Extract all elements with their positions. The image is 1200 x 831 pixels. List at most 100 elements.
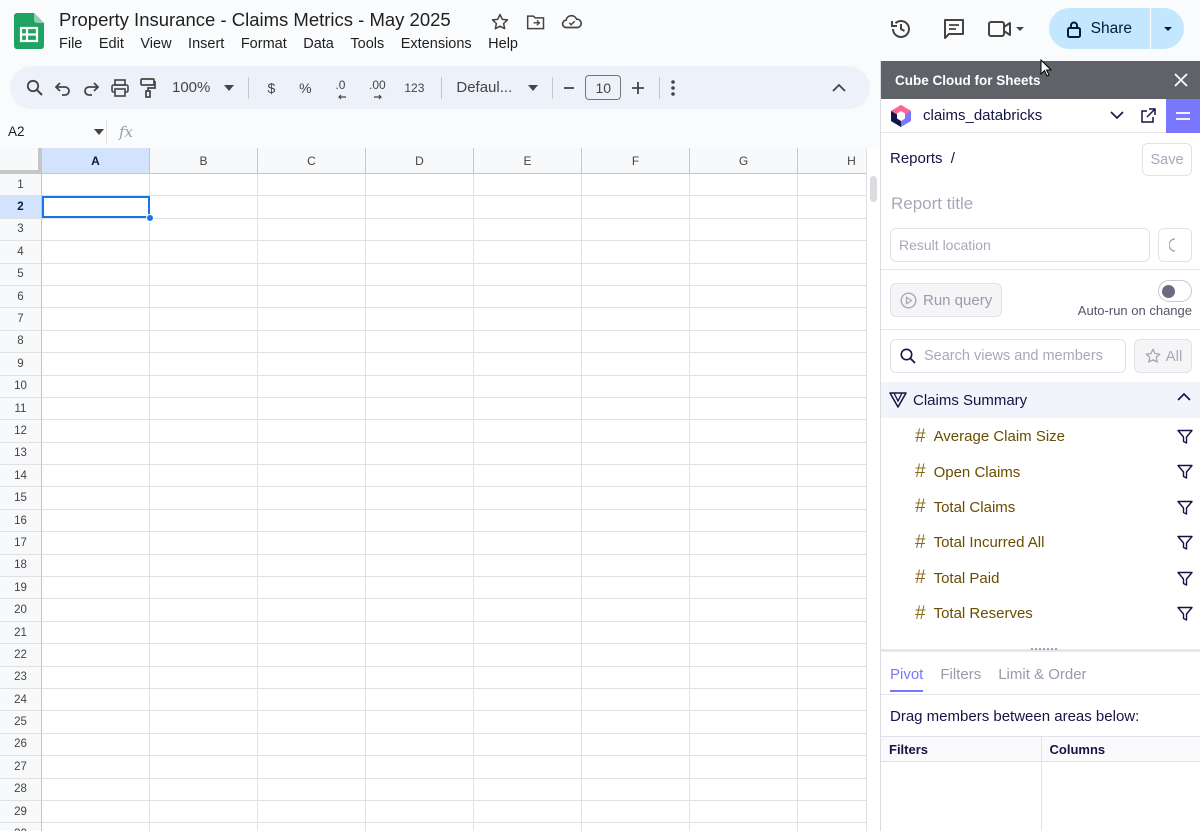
grid-cell[interactable] xyxy=(690,174,798,197)
grid-cell[interactable] xyxy=(474,778,582,801)
grid-cell[interactable] xyxy=(258,375,366,398)
grid-cell[interactable] xyxy=(42,823,150,831)
grid-cell[interactable] xyxy=(258,577,366,600)
row-header[interactable]: 18 xyxy=(0,554,42,578)
grid-cell[interactable] xyxy=(366,375,474,398)
grid-cell[interactable] xyxy=(366,711,474,734)
grid-cell[interactable] xyxy=(258,688,366,712)
grid-cell[interactable] xyxy=(258,442,366,466)
grid-cell[interactable] xyxy=(474,711,582,734)
search-menus-icon[interactable] xyxy=(26,73,44,103)
grid-cell[interactable] xyxy=(582,666,690,689)
grid-cell[interactable] xyxy=(690,666,798,689)
grid-cell[interactable] xyxy=(582,397,690,421)
grid-cell[interactable] xyxy=(690,688,798,712)
column-header[interactable]: E xyxy=(474,148,582,174)
grid-cell[interactable] xyxy=(798,376,866,398)
run-query-button[interactable]: Run query xyxy=(890,283,1002,317)
grid-cell[interactable] xyxy=(474,823,582,831)
grid-cell[interactable] xyxy=(474,330,582,354)
grid-cell[interactable] xyxy=(690,554,798,578)
grid-cell[interactable] xyxy=(258,621,366,645)
grid-cell[interactable] xyxy=(690,823,798,831)
grid-cell[interactable] xyxy=(474,375,582,398)
member-item[interactable]: # Total Paid xyxy=(881,561,1200,596)
grid-cell[interactable] xyxy=(474,241,582,264)
grid-cell[interactable] xyxy=(258,554,366,578)
column-header[interactable]: G xyxy=(690,148,798,174)
grid-cell[interactable] xyxy=(690,711,798,734)
grid-cell[interactable] xyxy=(42,353,150,376)
grid-cell[interactable] xyxy=(366,823,474,831)
grid-cell[interactable] xyxy=(42,420,150,443)
grid-cell[interactable] xyxy=(582,308,690,331)
grid-cell[interactable] xyxy=(690,532,798,555)
grid-cell[interactable] xyxy=(150,577,258,600)
grid-cell[interactable] xyxy=(42,599,150,622)
grid-cell[interactable] xyxy=(366,509,474,533)
grid-cell[interactable] xyxy=(798,801,866,824)
grid-cell[interactable] xyxy=(258,532,366,555)
row-header[interactable]: 2 xyxy=(0,196,42,219)
tab-filters[interactable]: Filters xyxy=(940,666,981,692)
grid-cell[interactable] xyxy=(42,621,150,645)
grid-cell[interactable] xyxy=(258,465,366,488)
grid-cell[interactable] xyxy=(582,711,690,734)
collapse-toolbar-icon[interactable] xyxy=(832,73,846,103)
grid-cell[interactable] xyxy=(798,465,866,488)
selected-cell[interactable] xyxy=(42,196,150,218)
row-header[interactable]: 22 xyxy=(0,644,42,667)
tab-limit-order[interactable]: Limit & Order xyxy=(998,666,1086,692)
grid-cell[interactable] xyxy=(258,241,366,264)
grid-cell[interactable] xyxy=(42,330,150,354)
decrease-decimal-button[interactable]: .0 xyxy=(327,73,353,103)
grid-cell[interactable] xyxy=(690,509,798,533)
grid-cell[interactable] xyxy=(474,733,582,757)
grid-cell[interactable] xyxy=(366,196,474,219)
row-header[interactable]: 23 xyxy=(0,666,42,689)
grid-cell[interactable] xyxy=(798,756,866,779)
menu-extensions[interactable]: Extensions xyxy=(401,36,472,52)
grid-cell[interactable] xyxy=(150,733,258,757)
grid-cell[interactable] xyxy=(690,196,798,219)
row-header[interactable]: 26 xyxy=(0,733,42,757)
filter-icon[interactable] xyxy=(1177,606,1193,622)
menu-data[interactable]: Data xyxy=(303,36,334,52)
grid-cell[interactable] xyxy=(582,532,690,555)
grid-cell[interactable] xyxy=(582,688,690,712)
filter-icon[interactable] xyxy=(1177,500,1193,516)
grid-cell[interactable] xyxy=(42,666,150,689)
grid-cell[interactable] xyxy=(42,218,150,242)
grid-cell[interactable] xyxy=(474,353,582,376)
grid-cell[interactable] xyxy=(690,621,798,645)
grid-cell[interactable] xyxy=(42,800,150,824)
menu-view[interactable]: View xyxy=(140,36,171,52)
row-header[interactable]: 29 xyxy=(0,800,42,824)
row-header[interactable]: 9 xyxy=(0,353,42,376)
search-input[interactable]: Search views and members xyxy=(890,339,1126,373)
grid-cell[interactable] xyxy=(474,577,582,600)
grid-cell[interactable] xyxy=(798,219,866,242)
fill-handle[interactable] xyxy=(146,214,154,222)
loading-spinner-icon[interactable] xyxy=(1158,228,1192,262)
grid-cell[interactable] xyxy=(798,196,866,219)
grid-cell[interactable] xyxy=(582,509,690,533)
grid-cell[interactable] xyxy=(150,666,258,689)
grid-cell[interactable] xyxy=(258,644,366,667)
menu-icon[interactable] xyxy=(1166,98,1200,133)
grid-cell[interactable] xyxy=(150,420,258,443)
grid-cell[interactable] xyxy=(366,397,474,421)
grid-cell[interactable] xyxy=(150,174,258,197)
grid-cell[interactable] xyxy=(366,174,474,197)
grid-cell[interactable] xyxy=(582,174,690,197)
grid-cell[interactable] xyxy=(474,442,582,466)
grid-cell[interactable] xyxy=(690,263,798,286)
row-header[interactable]: 25 xyxy=(0,711,42,734)
grid-cell[interactable] xyxy=(582,823,690,831)
grid-cell[interactable] xyxy=(258,174,366,197)
grid-cell[interactable] xyxy=(582,756,690,779)
row-header[interactable]: 16 xyxy=(0,509,42,533)
font-size-input[interactable]: 10 xyxy=(585,73,622,103)
grid-cell[interactable] xyxy=(474,688,582,712)
filter-icon[interactable] xyxy=(1177,535,1193,551)
